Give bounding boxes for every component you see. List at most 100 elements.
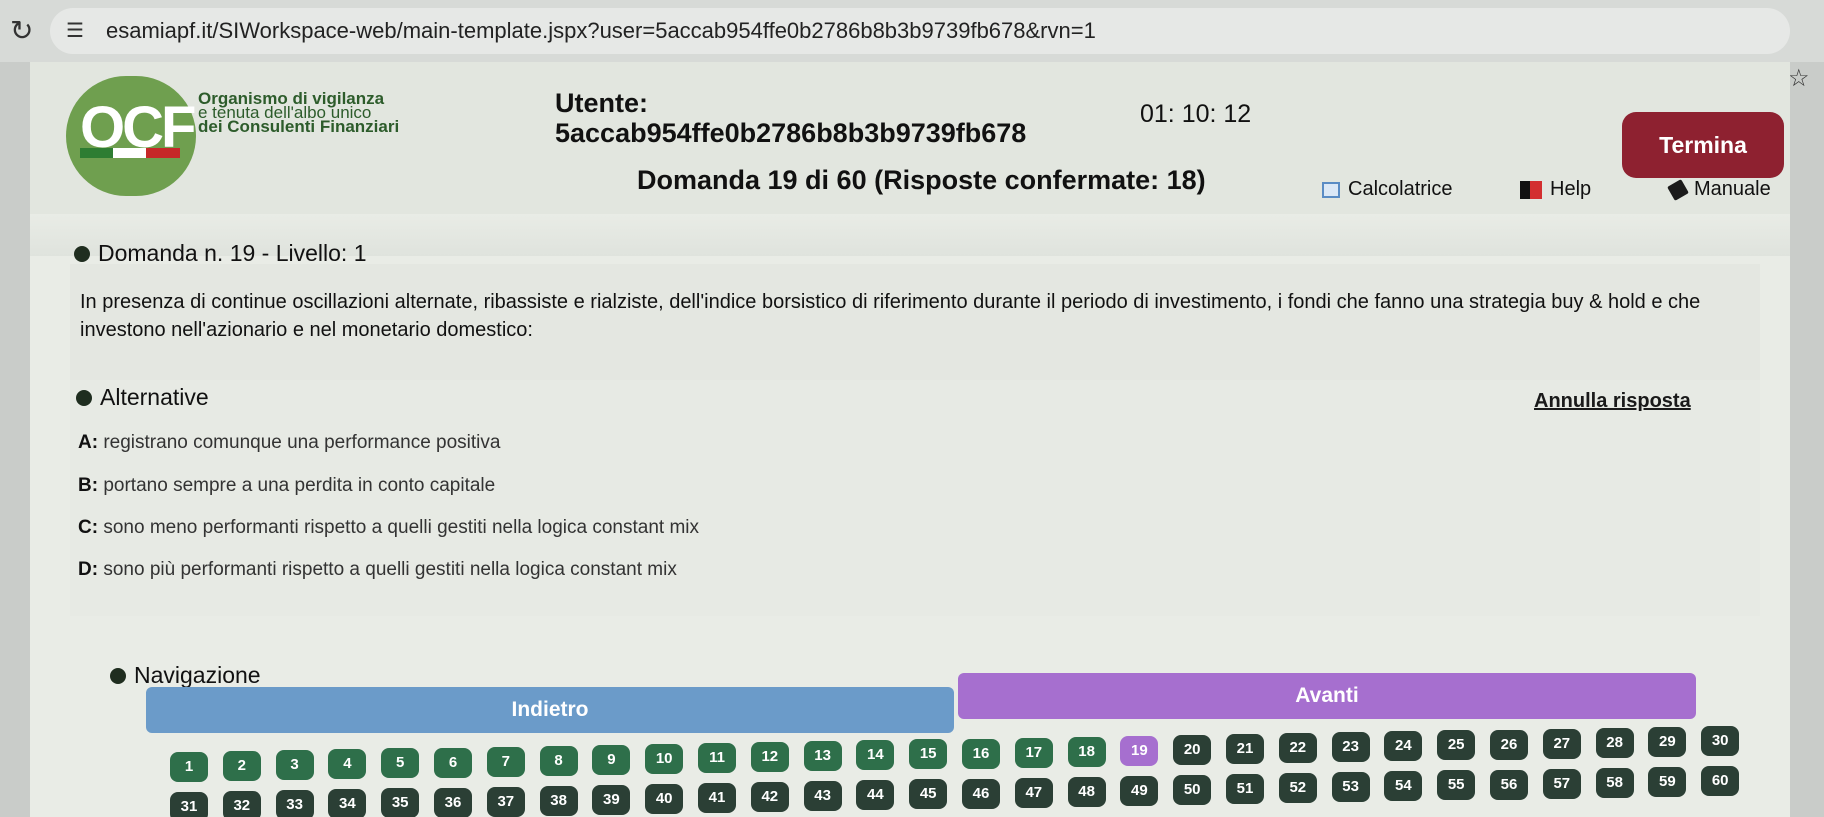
exam-timer: 01: 10: 12 bbox=[1140, 100, 1252, 128]
question-number-button[interactable]: 59 bbox=[1648, 766, 1687, 797]
logo-flag-stripe bbox=[80, 148, 180, 158]
question-number-button[interactable]: 17 bbox=[1014, 737, 1053, 768]
question-number-button[interactable]: 48 bbox=[1067, 776, 1106, 807]
question-number-button[interactable]: 30 bbox=[1701, 725, 1740, 756]
question-number-button[interactable]: 2 bbox=[222, 751, 261, 782]
option-letter: B: bbox=[78, 475, 99, 496]
question-number-button[interactable]: 16 bbox=[962, 738, 1000, 769]
question-number-button[interactable]: 49 bbox=[1120, 775, 1159, 806]
question-number-button[interactable]: 23 bbox=[1331, 732, 1370, 763]
manual-link[interactable]: Manuale bbox=[1667, 178, 1771, 201]
option-text: portano sempre a una perdita in conto ca… bbox=[103, 475, 496, 496]
question-number-button[interactable]: 8 bbox=[539, 745, 578, 776]
question-number-button[interactable]: 27 bbox=[1542, 728, 1581, 759]
navigation-header: Navigazione bbox=[110, 662, 261, 689]
section-bullet-icon bbox=[110, 667, 126, 684]
question-number-button[interactable]: 28 bbox=[1595, 727, 1634, 758]
question-number-button[interactable]: 6 bbox=[434, 747, 472, 778]
question-number-button[interactable]: 39 bbox=[592, 784, 631, 815]
question-number-button[interactable]: 3 bbox=[275, 750, 314, 781]
question-number-button[interactable]: 56 bbox=[1490, 769, 1528, 800]
url-text[interactable]: esamiapf.it/SIWorkspace-web/main-templat… bbox=[106, 18, 1096, 44]
question-number-button[interactable]: 42 bbox=[750, 782, 789, 813]
answer-option-a[interactable]: A: registrano comunque una performance p… bbox=[78, 432, 500, 454]
question-number-button[interactable]: 25 bbox=[1437, 730, 1476, 761]
annulla-risposta-link[interactable]: Annulla risposta bbox=[1534, 390, 1691, 413]
question-number-button[interactable]: 60 bbox=[1701, 765, 1740, 796]
calculator-link[interactable]: Calcolatrice bbox=[1322, 178, 1452, 201]
question-number-button[interactable]: 22 bbox=[1278, 733, 1317, 764]
question-header: Domanda n. 19 - Livello: 1 bbox=[74, 240, 367, 267]
question-number-button[interactable]: 5 bbox=[381, 748, 420, 779]
question-number-button[interactable]: 45 bbox=[909, 779, 948, 810]
answer-option-c[interactable]: C: sono meno performanti rispetto a quel… bbox=[78, 517, 699, 539]
navigation-title: Navigazione bbox=[134, 662, 261, 688]
question-number-button[interactable]: 51 bbox=[1226, 774, 1264, 804]
question-number-button[interactable]: 52 bbox=[1278, 773, 1317, 804]
question-number-button[interactable]: 4 bbox=[328, 749, 367, 780]
question-number-button[interactable]: 20 bbox=[1173, 734, 1212, 765]
question-number-button[interactable]: 1 bbox=[170, 752, 208, 782]
question-number-button[interactable]: 40 bbox=[645, 783, 684, 814]
answer-option-d[interactable]: D: sono più performanti rispetto a quell… bbox=[78, 559, 677, 581]
indietro-button[interactable]: Indietro bbox=[146, 687, 954, 733]
question-number-button[interactable]: 58 bbox=[1595, 767, 1634, 798]
question-number-button[interactable]: 37 bbox=[486, 786, 525, 817]
browser-toolbar: ↻ ☰ esamiapf.it/SIWorkspace-web/main-tem… bbox=[0, 0, 1824, 62]
avanti-button[interactable]: Avanti bbox=[958, 673, 1696, 719]
question-number-button[interactable]: 54 bbox=[1384, 771, 1423, 802]
alternatives-header: Alternative bbox=[76, 384, 209, 411]
calculator-icon bbox=[1322, 181, 1340, 198]
exam-page: OCF Organismo di vigilanza e tenuta dell… bbox=[30, 62, 1790, 817]
question-number-button[interactable]: 47 bbox=[1014, 777, 1053, 808]
calculator-label: Calcolatrice bbox=[1348, 178, 1453, 200]
manual-label: Manuale bbox=[1694, 178, 1771, 200]
question-number-button[interactable]: 34 bbox=[328, 789, 367, 817]
bookmark-star-icon[interactable]: ☆ bbox=[1788, 64, 1810, 93]
question-number-button[interactable]: 24 bbox=[1384, 731, 1423, 762]
question-number-button[interactable]: 12 bbox=[750, 742, 789, 773]
question-number-button[interactable]: 46 bbox=[962, 778, 1000, 809]
alternatives-title: Alternative bbox=[100, 384, 209, 410]
question-number-button[interactable]: 7 bbox=[486, 746, 525, 777]
question-number-button[interactable]: 55 bbox=[1437, 770, 1476, 801]
question-number-button[interactable]: 21 bbox=[1226, 734, 1264, 764]
reload-icon[interactable]: ↻ bbox=[10, 14, 33, 47]
question-number-button[interactable]: 9 bbox=[592, 744, 631, 775]
section-bullet-icon bbox=[76, 389, 92, 406]
question-number-button[interactable]: 38 bbox=[539, 785, 578, 816]
question-number-button[interactable]: 15 bbox=[909, 739, 948, 770]
question-number-button[interactable]: 32 bbox=[222, 791, 261, 817]
question-number-button[interactable]: 44 bbox=[856, 780, 895, 811]
question-number-button[interactable]: 29 bbox=[1648, 726, 1687, 757]
question-number-button[interactable]: 26 bbox=[1490, 729, 1528, 760]
help-label: Help bbox=[1550, 178, 1592, 200]
question-number-button[interactable]: 36 bbox=[434, 787, 472, 817]
question-number-button[interactable]: 41 bbox=[698, 783, 736, 813]
question-number-button[interactable]: 50 bbox=[1173, 774, 1212, 805]
organization-name: Organismo di vigilanza e tenuta dell'alb… bbox=[198, 90, 399, 135]
question-number-button[interactable]: 18 bbox=[1067, 736, 1106, 767]
question-number-button[interactable]: 11 bbox=[698, 743, 736, 773]
help-flag-icon bbox=[1520, 180, 1542, 199]
question-number-button[interactable]: 31 bbox=[170, 792, 208, 817]
question-number-button[interactable]: 13 bbox=[803, 741, 842, 772]
help-link[interactable]: Help bbox=[1520, 178, 1591, 201]
question-number-button[interactable]: 43 bbox=[803, 781, 842, 812]
site-settings-icon[interactable]: ☰ bbox=[66, 18, 84, 43]
option-letter: D: bbox=[78, 559, 99, 580]
option-letter: C: bbox=[78, 517, 99, 538]
user-label: Utente: bbox=[555, 88, 648, 118]
answer-option-b[interactable]: B: portano sempre a una perdita in conto… bbox=[78, 475, 495, 497]
termina-button[interactable]: Termina bbox=[1622, 112, 1784, 178]
question-number-button[interactable]: 33 bbox=[275, 790, 314, 817]
manual-book-icon bbox=[1667, 178, 1689, 201]
question-progress: Domanda 19 di 60 (Risposte confermate: 1… bbox=[637, 165, 1206, 195]
question-number-button[interactable]: 14 bbox=[856, 740, 895, 771]
question-number-button[interactable]: 10 bbox=[645, 743, 684, 774]
question-number-button[interactable]: 19 bbox=[1120, 735, 1159, 766]
question-number-button[interactable]: 53 bbox=[1331, 772, 1370, 803]
question-number-button[interactable]: 57 bbox=[1542, 768, 1581, 799]
user-id: 5accab954ffe0b2786b8b3b9739fb678 bbox=[555, 118, 1027, 148]
question-number-button[interactable]: 35 bbox=[381, 788, 420, 817]
